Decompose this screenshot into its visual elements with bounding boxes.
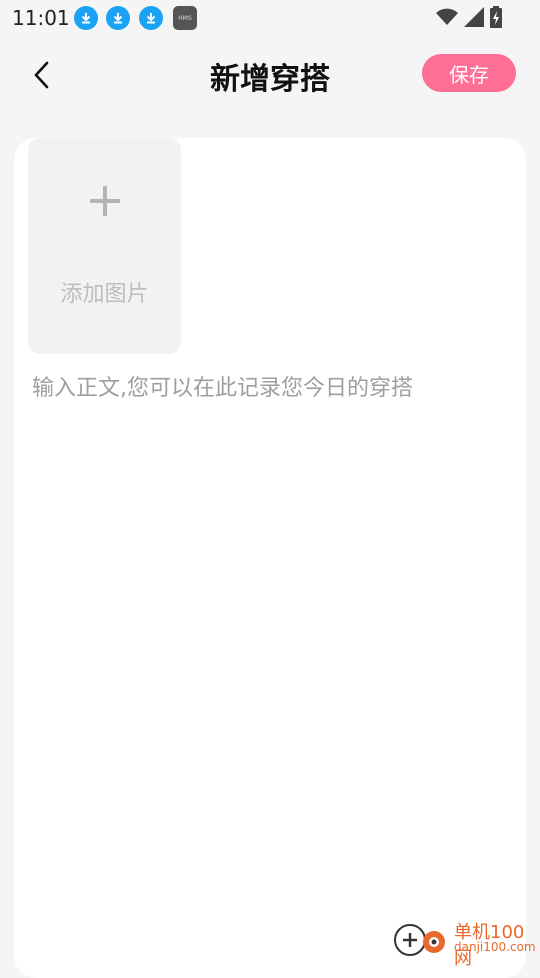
signal-icon [464,7,484,27]
battery-icon [490,6,502,28]
status-icons [436,6,502,28]
plus-icon [90,186,120,216]
add-image-button[interactable]: 添加图片 [28,138,181,354]
download-icon [106,6,130,30]
status-time: 11:01 [12,6,70,30]
body-text-input[interactable]: 输入正文,您可以在此记录您今日的穿搭 [32,370,413,402]
watermark-logo-icon [394,924,445,956]
editor-card: 添加图片 输入正文,您可以在此记录您今日的穿搭 [14,138,526,978]
status-bar: 11:01 HMS [0,0,540,36]
download-icon [74,6,98,30]
hms-icon: HMS [173,6,197,30]
download-icon [139,6,163,30]
add-image-label: 添加图片 [60,282,149,307]
wifi-icon [436,8,458,25]
watermark-url: danji100.com [454,940,536,954]
app-bar: 新增穿搭 保存 [0,36,540,112]
save-button[interactable]: 保存 [422,54,516,92]
watermark: 单机100网 danji100.com [388,916,540,969]
